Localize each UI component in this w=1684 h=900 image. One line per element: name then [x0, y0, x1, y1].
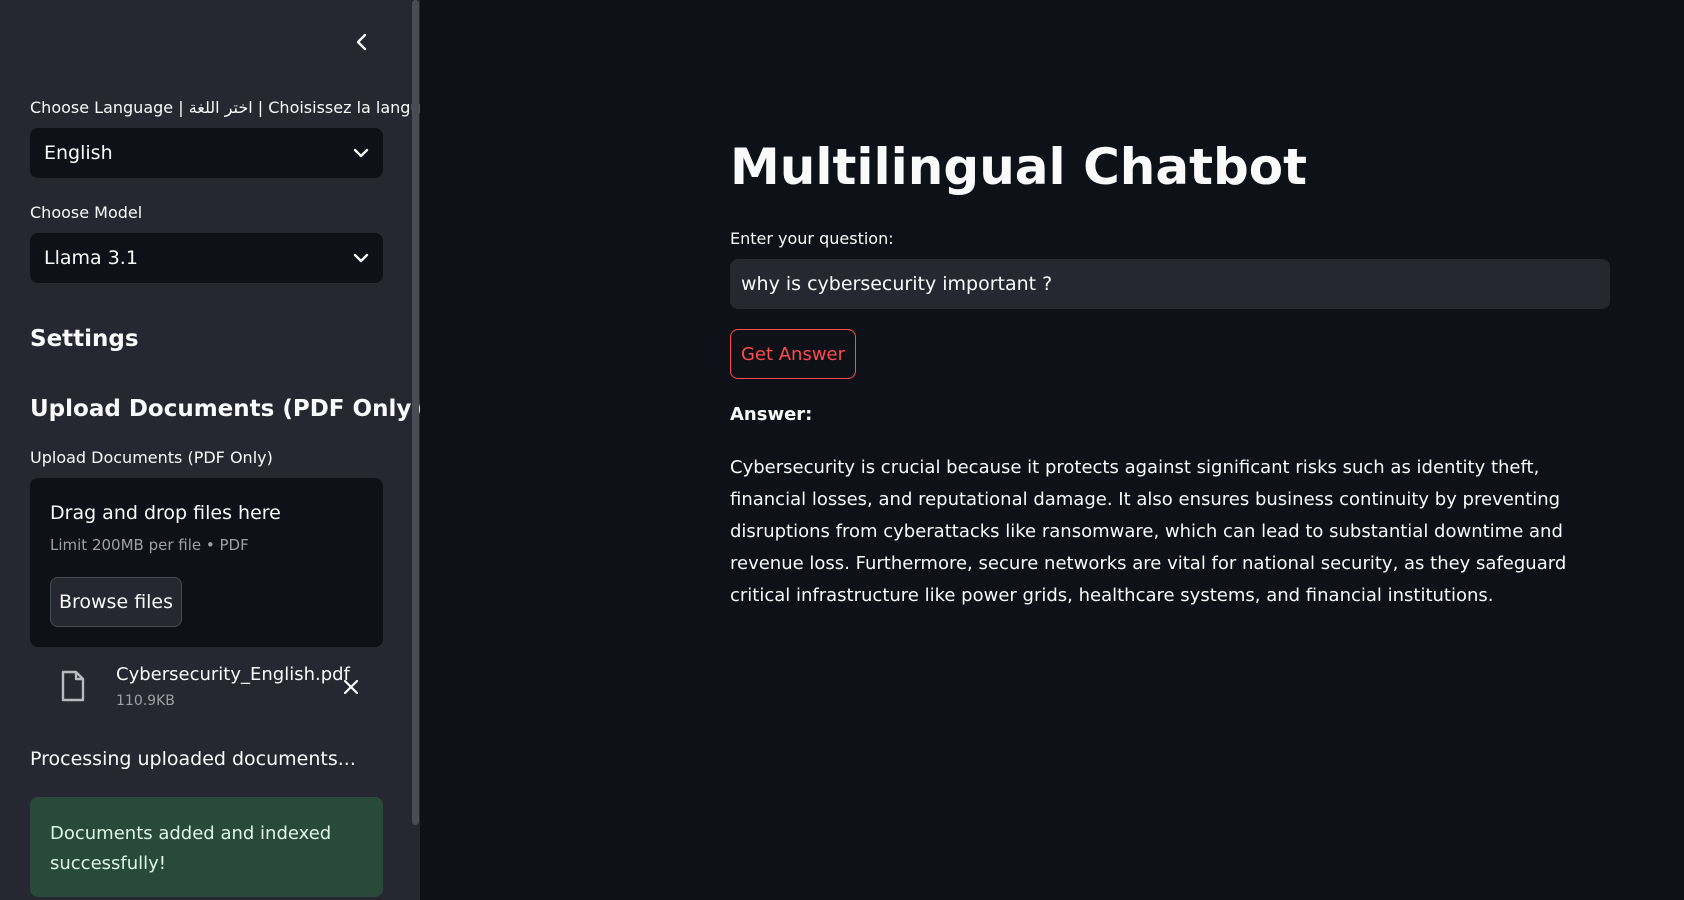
close-icon	[343, 679, 359, 695]
collapse-sidebar-button[interactable]	[348, 28, 376, 56]
model-label: Choose Model	[30, 203, 143, 222]
language-label: Choose Language | اختر اللغة | Choisisse…	[30, 98, 420, 117]
file-name: Cybersecurity_English.pdf	[116, 664, 350, 685]
upload-heading: Upload Documents (PDF Only)	[30, 396, 420, 422]
language-select[interactable]: English	[30, 128, 383, 178]
uploader-label: Upload Documents (PDF Only)	[30, 448, 273, 467]
browse-files-button[interactable]: Browse files	[50, 577, 182, 627]
get-answer-button[interactable]: Get Answer	[730, 329, 856, 379]
question-input[interactable]	[730, 259, 1610, 309]
processing-status: Processing uploaded documents...	[30, 748, 356, 770]
dropzone-title: Drag and drop files here	[50, 502, 281, 524]
settings-heading: Settings	[30, 326, 139, 352]
sidebar-scrollbar[interactable]	[412, 0, 419, 825]
question-label: Enter your question:	[730, 229, 894, 248]
remove-file-button[interactable]	[338, 674, 364, 700]
answer-text: Cybersecurity is crucial because it prot…	[730, 457, 1567, 606]
file-size: 110.9KB	[116, 693, 175, 709]
dropzone-limit: Limit 200MB per file • PDF	[50, 536, 249, 554]
chevron-down-icon	[353, 253, 369, 263]
chevron-left-icon	[356, 33, 367, 51]
file-icon	[61, 670, 85, 702]
success-alert: Documents added and indexed successfully…	[30, 797, 383, 897]
model-select[interactable]: Llama 3.1	[30, 233, 383, 283]
language-select-value: English	[44, 142, 113, 164]
answer-label: Answer:	[730, 404, 813, 425]
model-select-value: Llama 3.1	[44, 247, 138, 269]
chevron-down-icon	[353, 148, 369, 158]
uploaded-file-item: Cybersecurity_English.pdf 110.9KB	[30, 660, 383, 716]
sidebar: Choose Language | اختر اللغة | Choisisse…	[0, 0, 420, 900]
file-dropzone[interactable]: Drag and drop files here Limit 200MB per…	[30, 478, 383, 647]
page-title: Multilingual Chatbot	[730, 138, 1308, 196]
